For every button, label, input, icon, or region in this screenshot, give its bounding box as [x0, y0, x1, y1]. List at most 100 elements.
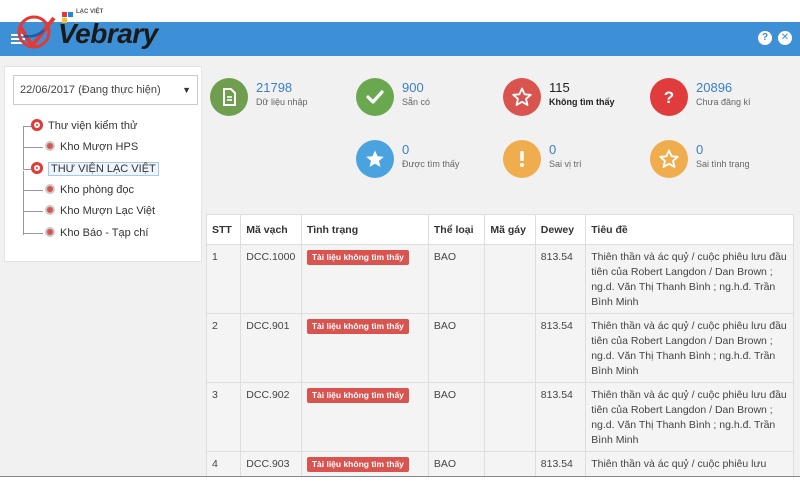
cell-dewey: 813.54 [534, 244, 587, 314]
tree-item-test-library[interactable]: Thư viện kiểm thử [31, 117, 137, 135]
table-row[interactable]: 4 DCC.903 Tài liệu không tìm thấy BAO 81… [206, 451, 794, 476]
stat-value: 20896 [696, 80, 733, 95]
dropdown-caret-icon: ▼ [182, 85, 191, 95]
cell-stt: 1 [206, 244, 242, 314]
page-bottom-margin [0, 477, 800, 500]
cell-spine [484, 382, 536, 452]
star-outline-icon [503, 78, 541, 116]
cell-title: Thiên thần và ác quỷ / cuộc phiêu lưu đầ… [585, 313, 794, 383]
session-date-select[interactable]: 22/06/2017 (Đang thực hiện) ▼ [13, 75, 198, 105]
tree-item-reading-room[interactable]: Kho phòng đọc [45, 181, 134, 199]
column-header-stt[interactable]: STT [206, 214, 242, 245]
tree-connector [23, 171, 24, 235]
stat-label: Được tìm thấy [402, 159, 460, 169]
status-badge: Tài liệu không tìm thấy [306, 250, 409, 265]
table-header-row: STT Mã vạch Tình trạng Thể loại Mã gáy D… [206, 214, 794, 245]
column-header-spine[interactable]: Mã gáy [484, 214, 536, 245]
svg-text:?: ? [664, 88, 674, 107]
stat-label: Không tìm thấy [549, 97, 615, 107]
close-button[interactable]: ✕ [778, 31, 792, 45]
stat-value: 0 [696, 142, 704, 157]
inventory-table: STT Mã vạch Tình trạng Thể loại Mã gáy D… [206, 214, 794, 476]
cell-dewey: 813.54 [534, 382, 587, 452]
cell-type: BAO [427, 244, 486, 314]
sidebar: 22/06/2017 (Đang thực hiện) ▼ Thư viện k… [4, 66, 202, 262]
tree-item-lac-viet-lending[interactable]: Kho Mượn Lạc Việt [45, 202, 155, 220]
tree-item-lac-viet-library[interactable]: THƯ VIỆN LẠC VIỆT [31, 160, 159, 178]
table-row[interactable]: 1 DCC.1000 Tài liệu không tìm thấy BAO 8… [206, 244, 794, 314]
tree-connector [23, 147, 43, 148]
cell-type: BAO [427, 451, 486, 476]
column-header-title[interactable]: Tiêu đề [585, 214, 794, 245]
column-header-type[interactable]: Thể loại [427, 214, 486, 245]
tree-connector [23, 127, 24, 169]
help-button[interactable]: ? [758, 31, 772, 45]
tree-item-hps-storage[interactable]: Kho Mượn HPS [45, 138, 138, 156]
star-outline-icon [650, 140, 688, 178]
star-icon [356, 140, 394, 178]
library-root-icon [31, 119, 43, 132]
storage-icon [45, 141, 55, 152]
column-header-barcode[interactable]: Mã vạch [240, 214, 302, 245]
cell-title: Thiên thần và ác quỷ / cuộc phiêu lưu [585, 451, 794, 476]
cell-stt: 3 [206, 382, 242, 452]
logo-text: Vebrary [58, 18, 158, 49]
storage-icon [45, 184, 55, 195]
storage-icon [45, 227, 55, 238]
check-icon [356, 78, 394, 116]
stat-label: Sai tình trạng [696, 159, 750, 169]
cell-barcode: DCC.902 [240, 382, 302, 452]
stat-label: Chưa đăng kí [696, 97, 751, 107]
page: ? ✕ LẠC VIỆT Vebrary 22/06/2017 (Đang th… [0, 0, 800, 500]
stat-value: 115 [549, 80, 570, 95]
logo-square [68, 12, 73, 17]
inventory-table-container: STT Mã vạch Tình trạng Thể loại Mã gáy D… [206, 214, 794, 476]
logo-brand-small: LẠC VIỆT [76, 9, 104, 15]
cell-barcode: DCC.901 [240, 313, 302, 383]
storage-icon [45, 205, 55, 216]
tree-connector [23, 211, 43, 212]
cell-dewey: 813.54 [534, 313, 587, 383]
status-badge: Tài liệu không tìm thấy [306, 319, 409, 334]
status-badge: Tài liệu không tìm thấy [306, 457, 409, 472]
cell-stt: 4 [206, 451, 242, 476]
stat-value: 0 [402, 142, 410, 157]
cell-status: Tài liệu không tìm thấy [300, 244, 429, 314]
cell-spine [484, 451, 536, 476]
cell-spine [484, 313, 536, 383]
exclamation-icon [503, 140, 541, 178]
logo-square [62, 12, 67, 17]
cell-barcode: DCC.1000 [240, 244, 302, 314]
cell-status: Tài liệu không tìm thấy [300, 313, 429, 383]
cell-title: Thiên thần và ác quỷ / cuộc phiêu lưu đầ… [585, 382, 794, 452]
stat-value: 900 [402, 80, 424, 95]
stat-label: Sai vị trí [549, 159, 582, 169]
tree-connector [23, 190, 43, 191]
cell-stt: 2 [206, 313, 242, 383]
library-root-icon [31, 162, 43, 175]
table-row[interactable]: 2 DCC.901 Tài liệu không tìm thấy BAO 81… [206, 313, 794, 383]
vebrary-logo: LẠC VIỆT Vebrary [14, 9, 174, 60]
stat-value: 0 [549, 142, 557, 157]
status-badge: Tài liệu không tìm thấy [306, 388, 409, 403]
tree-item-newspapers[interactable]: Kho Báo - Tạp chí [45, 224, 148, 242]
cell-spine [484, 244, 536, 314]
cell-barcode: DCC.903 [240, 451, 302, 476]
cell-type: BAO [427, 313, 486, 383]
question-icon: ? [650, 78, 688, 116]
column-header-status[interactable]: Tình trạng [300, 214, 429, 245]
column-header-dewey[interactable]: Dewey [534, 214, 587, 245]
cell-status: Tài liệu không tìm thấy [300, 382, 429, 452]
session-date-value: 22/06/2017 (Đang thực hiện) [20, 84, 161, 96]
cell-type: BAO [427, 382, 486, 452]
cell-dewey: 813.54 [534, 451, 587, 476]
document-icon [210, 78, 248, 116]
header-actions: ? ✕ [758, 31, 792, 45]
stat-label: Dữ liệu nhập [256, 97, 308, 107]
logo-swoosh-icon [17, 15, 56, 49]
tree-connector [23, 233, 43, 234]
stat-value: 21798 [256, 80, 293, 95]
table-row[interactable]: 3 DCC.902 Tài liệu không tìm thấy BAO 81… [206, 382, 794, 452]
stat-label: Sẵn có [402, 97, 431, 107]
cell-status: Tài liệu không tìm thấy [300, 451, 429, 476]
